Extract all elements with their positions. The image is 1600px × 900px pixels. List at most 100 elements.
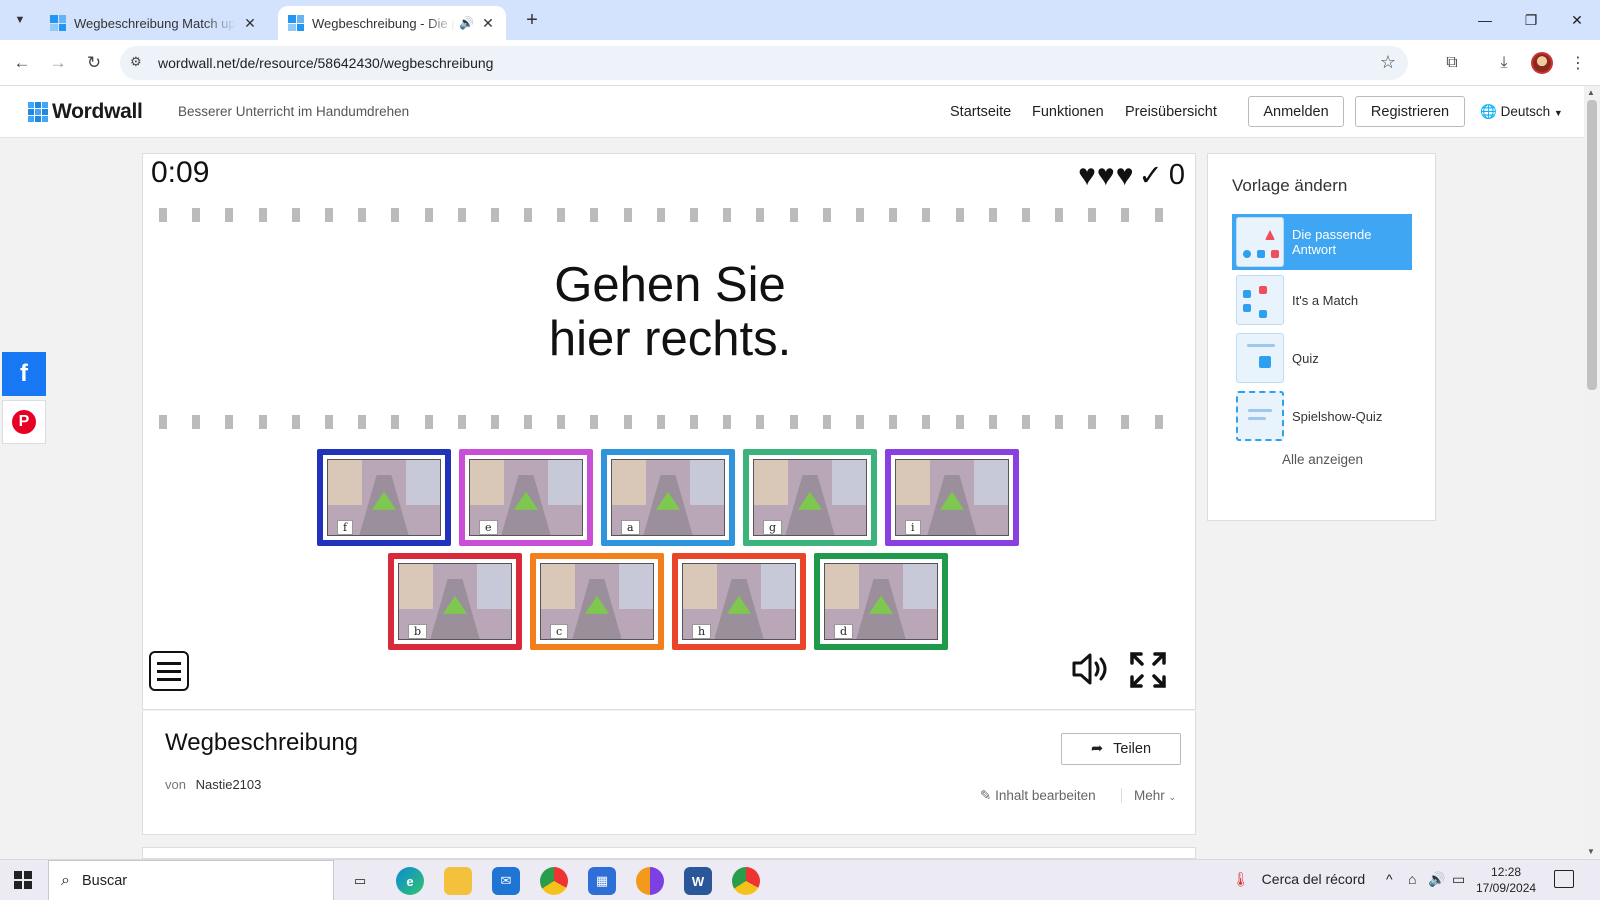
answer-card-e[interactable]: e [459,449,593,546]
restore-button[interactable]: ❐ [1508,0,1554,40]
browser-tab-2[interactable]: Wegbeschreibung - Die passende 🔊 ✕ [278,6,506,40]
page-scrollbar[interactable]: ▲ ▼ [1584,86,1600,858]
direction-arrow-icon [514,491,538,510]
more-dropdown[interactable]: Mehr ⌄ [1121,788,1176,803]
activity-title: Wegbeschreibung [165,729,359,756]
url-text: wordwall.net/de/resource/58642430/wegbes… [158,55,494,71]
nav-startseite[interactable]: Startseite [950,104,1011,120]
chrome-active-icon[interactable] [732,867,760,895]
file-explorer-icon[interactable] [444,867,472,895]
forward-button[interactable]: → [44,49,72,77]
wordwall-logo[interactable]: Wordwall [28,100,143,124]
language-label: Deutsch [1500,104,1551,119]
card-letter: i [905,520,921,535]
sound-icon[interactable] [1071,651,1111,691]
site-info-icon[interactable]: ⚙ [130,54,142,70]
answer-card-a[interactable]: a [601,449,735,546]
track-dash [225,208,234,222]
track-dash [656,208,665,222]
nav-funktionen[interactable]: Funktionen [1032,104,1104,120]
edit-content-link[interactable]: ✎ Inhalt bearbeiten [980,788,1096,804]
facebook-share-icon[interactable]: f [2,352,46,396]
register-button[interactable]: Registrieren [1355,96,1465,127]
system-clock[interactable]: 12:28 17/09/2024 [1476,864,1536,896]
tray-chevron-icon[interactable]: ^ [1386,871,1393,887]
scroll-down-icon[interactable]: ▼ [1587,847,1595,856]
browser-menu-icon[interactable]: ⋮ [1564,49,1592,77]
mail-icon[interactable]: ✉ [492,867,520,895]
track-dash [889,415,898,429]
extensions-icon[interactable]: ⧉ [1438,49,1466,77]
template-quiz[interactable]: Quiz [1232,330,1412,386]
weather-widget[interactable]: 🌡 Cerca del récord [1232,871,1365,888]
track-dash [192,415,201,429]
minimize-button[interactable]: — [1462,0,1508,40]
show-all-templates-link[interactable]: Alle anzeigen [1208,452,1437,467]
card-letter: e [479,520,498,535]
tab-close-icon[interactable]: ✕ [480,15,496,32]
answer-card-h[interactable]: h [672,553,806,650]
direction-arrow-icon [585,595,609,614]
heart-icon: ♥ [1115,158,1134,192]
answer-card-c[interactable]: c [530,553,664,650]
scroll-up-icon[interactable]: ▲ [1587,88,1595,97]
card-letter: a [621,520,640,535]
tab-audio-icon[interactable]: 🔊 [459,16,474,30]
pinterest-share-button[interactable]: P [2,400,46,444]
taskbar-search-box[interactable]: ⌕ Buscar [48,860,334,900]
track-dash [690,208,698,222]
template-quiz-thumbnail-icon [1236,333,1284,383]
template-name: It's a Match [1292,292,1359,308]
scrollbar-thumb[interactable] [1587,100,1597,390]
track-dash [192,208,201,222]
edge-browser-icon[interactable]: e [396,867,424,895]
template-its-a-match[interactable]: It's a Match [1232,272,1412,328]
template-spielshow-quiz[interactable]: Spielshow-Quiz [1232,388,1412,444]
tab-search-icon[interactable]: ▼ [8,8,32,32]
game-menu-button[interactable] [149,651,189,691]
windows-start-icon[interactable] [14,871,32,889]
profile-avatar[interactable] [1528,49,1556,77]
track-dash [258,415,267,429]
card-letter: g [763,520,783,535]
nav-preisuebersicht[interactable]: Preisübersicht [1125,104,1217,120]
browser-tab-1[interactable]: Wegbeschreibung Match up - W ✕ [40,6,268,40]
answer-card-i[interactable]: i [885,449,1019,546]
address-bar[interactable]: ⚙ wordwall.net/de/resource/58642430/wegb… [120,46,1408,80]
card-letter: b [408,624,428,639]
card-letter: d [834,624,854,639]
reload-button[interactable]: ↻ [80,49,108,77]
window-close-button[interactable]: ✕ [1554,0,1600,40]
fullscreen-icon[interactable] [1129,651,1169,691]
track-dash [1021,415,1030,429]
direction-arrow-icon [656,491,680,510]
track-dash [258,208,267,222]
download-icon[interactable]: ⤓ [1490,49,1518,77]
answer-card-f[interactable]: f [317,449,451,546]
app-icon[interactable] [636,867,664,895]
pencil-icon: ✎ [980,788,992,803]
new-tab-button[interactable]: + [520,8,544,32]
language-selector[interactable]: 🌐 Deutsch ▼ [1480,104,1563,120]
meet-icon[interactable]: ⌂ [1408,871,1416,887]
share-button[interactable]: ➦ Teilen [1061,733,1181,765]
answer-card-b[interactable]: b [388,553,522,650]
volume-icon[interactable]: 🔊 [1428,871,1445,888]
store-icon[interactable]: ▦ [588,867,616,895]
tab-close-icon[interactable]: ✕ [242,15,258,32]
author-name[interactable]: Nastie2103 [196,777,262,792]
track-dash [490,208,499,222]
network-icon[interactable]: ▭ [1452,871,1465,888]
login-button[interactable]: Anmelden [1248,96,1344,127]
task-view-icon[interactable]: ▭ [346,867,374,895]
word-icon[interactable]: W [684,867,712,895]
template-die-passende-antwort[interactable]: Die passende Antwort [1232,214,1412,270]
back-button[interactable]: ← [8,49,36,77]
chrome-icon[interactable] [540,867,568,895]
bookmark-star-icon[interactable]: ☆ [1380,52,1396,73]
track-dash [822,415,831,429]
notifications-icon[interactable] [1554,870,1574,888]
track-dash [291,208,300,222]
answer-card-g[interactable]: g [743,449,877,546]
answer-card-d[interactable]: d [814,553,948,650]
